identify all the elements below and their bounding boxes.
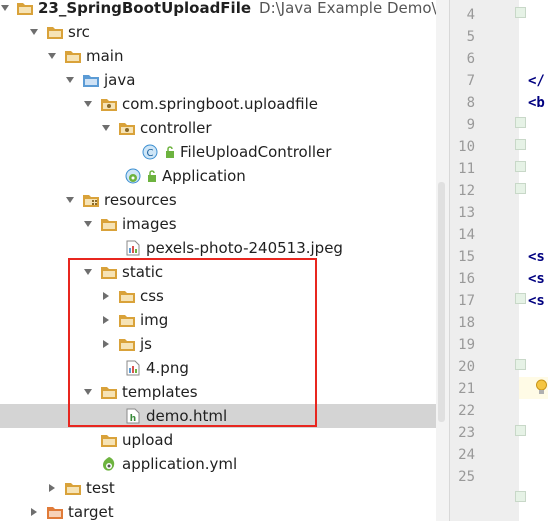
lightbulb-icon[interactable] bbox=[535, 379, 548, 400]
images-label: images bbox=[122, 215, 177, 233]
application-yml-label: application.yml bbox=[122, 455, 238, 473]
code-line-7[interactable]: </ bbox=[528, 70, 545, 92]
fold-marker[interactable] bbox=[515, 161, 526, 172]
expanded-arrow-icon[interactable] bbox=[64, 194, 76, 206]
package-label: com.springboot.uploadfile bbox=[122, 95, 318, 113]
module-folder-icon bbox=[16, 0, 34, 16]
tree-row-resources[interactable]: resources bbox=[0, 188, 449, 212]
expanded-arrow-icon[interactable] bbox=[46, 50, 58, 62]
project-name: 23_SpringBootUploadFile bbox=[38, 0, 252, 17]
lock-icon bbox=[146, 168, 158, 184]
tree-row-upload[interactable]: upload bbox=[0, 428, 449, 452]
line-number: 18 bbox=[458, 315, 475, 331]
tree-row-file-upload-controller[interactable]: C FileUploadController bbox=[0, 140, 449, 164]
folder-icon bbox=[64, 480, 82, 496]
line-number: 15 bbox=[458, 249, 475, 265]
tree-row-application[interactable]: Application bbox=[0, 164, 449, 188]
expanded-arrow-icon[interactable] bbox=[28, 26, 40, 38]
fold-marker[interactable] bbox=[515, 183, 526, 194]
target-label: target bbox=[68, 503, 114, 521]
tree-scrollbar-thumb[interactable] bbox=[438, 182, 445, 422]
pexels-jpeg-label: pexels-photo-240513.jpeg bbox=[146, 239, 343, 257]
folder-icon bbox=[64, 48, 82, 64]
line-number: 7 bbox=[466, 73, 475, 89]
line-number: 10 bbox=[458, 139, 475, 155]
file-upload-controller-label: FileUploadController bbox=[180, 143, 332, 161]
collapsed-arrow-icon[interactable] bbox=[46, 482, 58, 494]
code-line-16[interactable]: <s bbox=[528, 268, 545, 290]
spring-boot-app-icon bbox=[124, 168, 142, 184]
line-number: 24 bbox=[458, 447, 475, 463]
tree-row-src[interactable]: src bbox=[0, 20, 449, 44]
line-number: 5 bbox=[466, 29, 475, 45]
tree-row-pexels-jpeg[interactable]: pexels-photo-240513.jpeg bbox=[0, 236, 449, 260]
line-number: 4 bbox=[466, 7, 475, 23]
collapsed-arrow-icon[interactable] bbox=[28, 506, 40, 518]
expanded-arrow-icon[interactable] bbox=[100, 122, 112, 134]
fold-marker[interactable] bbox=[515, 7, 526, 18]
image-file-icon bbox=[124, 240, 142, 256]
code-line-15[interactable]: <s bbox=[528, 246, 545, 268]
expanded-arrow-icon[interactable] bbox=[82, 218, 94, 230]
line-number: 6 bbox=[466, 51, 475, 67]
expanded-arrow-icon[interactable] bbox=[0, 2, 10, 14]
static-templates-highlight-box bbox=[68, 258, 317, 427]
tree-row-project[interactable]: 23_SpringBootUploadFile D:\Java Example … bbox=[0, 0, 449, 20]
line-number: 22 bbox=[458, 403, 475, 419]
line-number: 8 bbox=[466, 95, 475, 111]
package-icon bbox=[100, 96, 118, 112]
application-label: Application bbox=[162, 167, 246, 185]
java-class-icon: C bbox=[142, 144, 160, 160]
fold-marker[interactable] bbox=[515, 293, 526, 304]
fold-marker[interactable] bbox=[515, 425, 526, 436]
fold-marker[interactable] bbox=[515, 117, 526, 128]
line-number: 17 bbox=[458, 293, 475, 309]
tree-row-test[interactable]: test bbox=[0, 476, 449, 500]
tree-row-application-yml[interactable]: application.yml bbox=[0, 452, 449, 476]
fold-marker[interactable] bbox=[515, 139, 526, 150]
lock-icon bbox=[164, 144, 176, 160]
folder-icon bbox=[100, 432, 118, 448]
line-number: 25 bbox=[458, 469, 475, 485]
expanded-arrow-icon[interactable] bbox=[64, 74, 76, 86]
line-number: 20 bbox=[458, 359, 475, 375]
code-line-8[interactable]: <b bbox=[528, 92, 545, 114]
upload-label: upload bbox=[122, 431, 174, 449]
fold-marker[interactable] bbox=[515, 359, 526, 370]
resources-label: resources bbox=[104, 191, 177, 209]
tree-row-images[interactable]: images bbox=[0, 212, 449, 236]
line-number-current: 21 bbox=[458, 381, 475, 397]
folder-icon bbox=[46, 24, 64, 40]
tree-row-package[interactable]: com.springboot.uploadfile bbox=[0, 92, 449, 116]
svg-text:C: C bbox=[147, 148, 154, 159]
expanded-arrow-icon[interactable] bbox=[82, 98, 94, 110]
tree-row-main[interactable]: main bbox=[0, 44, 449, 68]
line-number: 12 bbox=[458, 183, 475, 199]
excluded-folder-icon bbox=[46, 504, 64, 520]
project-path: D:\Java Example Demo\Spri bbox=[259, 0, 449, 17]
line-number: 9 bbox=[466, 117, 475, 133]
controller-label: controller bbox=[140, 119, 212, 137]
line-number: 11 bbox=[458, 161, 475, 177]
tree-row-java[interactable]: java bbox=[0, 68, 449, 92]
java-label: java bbox=[104, 71, 136, 89]
package-icon bbox=[118, 120, 136, 136]
src-label: src bbox=[68, 23, 90, 41]
source-folder-icon bbox=[82, 72, 100, 88]
folder-icon bbox=[100, 216, 118, 232]
line-number: 23 bbox=[458, 425, 475, 441]
tree-row-controller[interactable]: controller bbox=[0, 116, 449, 140]
line-number: 14 bbox=[458, 227, 475, 243]
spring-config-icon bbox=[100, 456, 118, 472]
line-number: 19 bbox=[458, 337, 475, 353]
line-number: 13 bbox=[458, 205, 475, 221]
test-label: test bbox=[86, 479, 115, 497]
code-line-17[interactable]: <s bbox=[528, 290, 545, 312]
line-number: 16 bbox=[458, 271, 475, 287]
tree-row-target[interactable]: target bbox=[0, 500, 449, 521]
resources-folder-icon bbox=[82, 192, 100, 208]
main-label: main bbox=[86, 47, 124, 65]
fold-marker[interactable] bbox=[515, 491, 526, 502]
